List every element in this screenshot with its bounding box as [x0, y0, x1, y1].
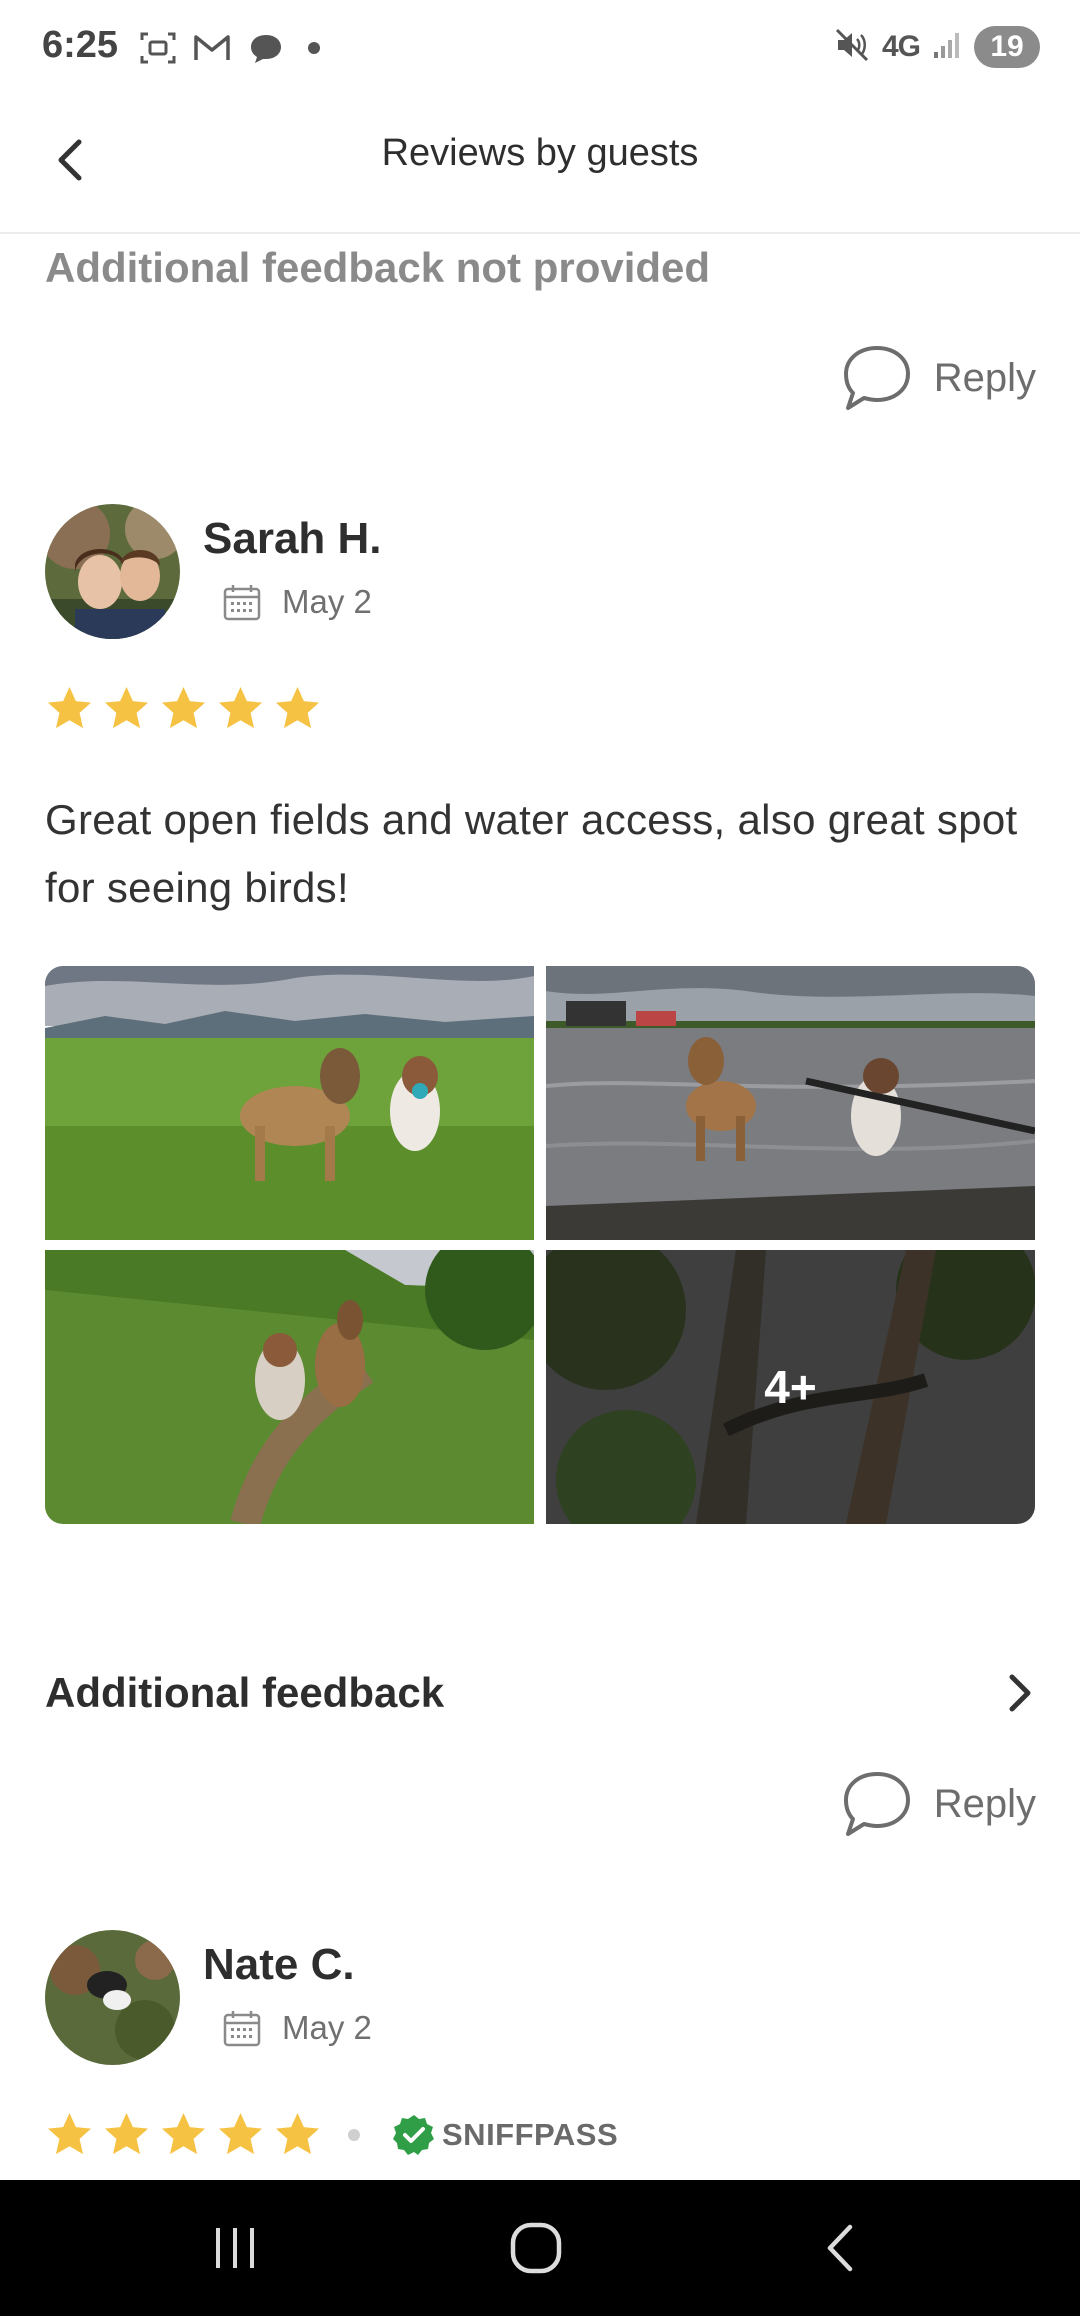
reply-label: Reply [933, 355, 1036, 400]
star-rating: SNIFFPASS [45, 2110, 618, 2159]
network-type: 4G [881, 30, 921, 63]
review-photo[interactable] [546, 966, 1035, 1240]
back-nav-button[interactable] [800, 2208, 880, 2288]
gmail-icon [192, 28, 232, 68]
star-icon [104, 2112, 149, 2155]
additional-feedback-title: Additional feedback [45, 1669, 445, 1716]
mute-icon [834, 27, 870, 68]
speech-bubble-icon [843, 346, 910, 410]
page-title: Reviews by guests [381, 132, 699, 174]
avatar[interactable] [45, 504, 180, 639]
review-date-text: May 2 [282, 2009, 372, 2046]
star-icon [47, 686, 92, 729]
review-text: Great open fields and water access, also… [45, 796, 1018, 911]
star-icon [275, 2112, 320, 2155]
speech-bubble-icon [843, 1772, 910, 1836]
app-header: Reviews by guests [0, 100, 1080, 234]
star-icon [104, 686, 149, 729]
star-rating [45, 684, 322, 733]
notification-dot [308, 42, 320, 54]
home-button[interactable] [496, 2208, 576, 2288]
star-icon [218, 686, 263, 729]
review-photo[interactable] [45, 1250, 534, 1524]
status-bar: 6:25 4G 19 [0, 0, 1080, 100]
review-date-text: May 2 [282, 583, 372, 620]
sniffpass-label: SNIFFPASS [442, 2116, 619, 2152]
star-icon [218, 2112, 263, 2155]
sniffpass-badge: SNIFFPASS [392, 2113, 618, 2157]
reviews-list[interactable]: Additional feedback not provided Reply S… [0, 236, 1080, 2180]
chevron-right-icon [1009, 1674, 1031, 1712]
back-nav-icon [827, 2224, 853, 2272]
screenshot-icon [138, 28, 178, 68]
status-notification-icons [138, 28, 320, 68]
star-icon [47, 2112, 92, 2155]
verified-badge-icon [393, 2114, 434, 2155]
home-icon [510, 2222, 562, 2274]
chat-icon [246, 28, 286, 68]
photo-grid: 4+ [45, 966, 1035, 1524]
additional-feedback-empty: Additional feedback not provided [45, 244, 711, 291]
review-photo-more[interactable]: 4+ [546, 1250, 1035, 1524]
status-time: 6:25 [42, 24, 119, 66]
reply-label: Reply [933, 1781, 1036, 1826]
review-date: May 2 [222, 2008, 372, 2048]
star-icon [161, 686, 206, 729]
reviewer-name: Nate C. [203, 1940, 355, 1989]
additional-feedback-row[interactable]: Additional feedback [45, 1658, 1035, 1728]
signal-icon [932, 30, 962, 65]
reply-button[interactable]: Reply [842, 344, 1036, 412]
star-icon [161, 2112, 206, 2155]
calendar-icon [223, 2011, 261, 2047]
recent-apps-button[interactable] [195, 2208, 275, 2288]
battery-level: 19 [974, 26, 1040, 68]
separator-dot [348, 2128, 360, 2141]
review-photo[interactable] [45, 966, 534, 1240]
review-date: May 2 [222, 582, 372, 622]
avatar[interactable] [45, 1930, 180, 2065]
reviewer-name: Sarah H. [203, 514, 382, 563]
status-system-icons: 4G 19 [834, 26, 1040, 68]
system-nav-bar [0, 2180, 1080, 2316]
recent-apps-icon [216, 2228, 254, 2268]
more-photos-count: 4+ [764, 1361, 817, 1413]
star-icon [275, 686, 320, 729]
calendar-icon [223, 585, 261, 621]
reply-button[interactable]: Reply [842, 1770, 1036, 1838]
